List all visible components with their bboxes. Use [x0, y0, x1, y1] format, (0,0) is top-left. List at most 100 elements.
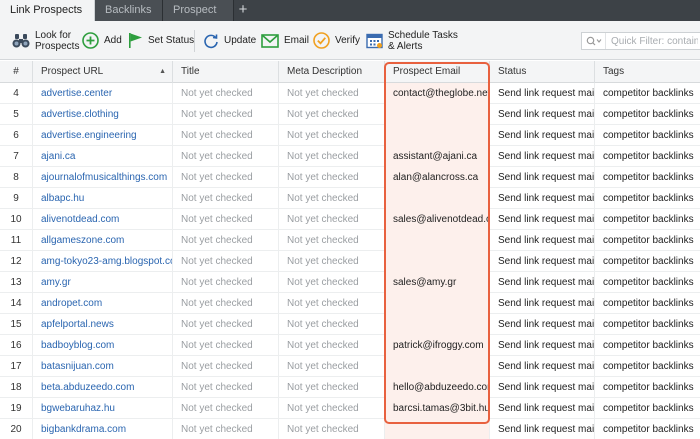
cell-prospect-url[interactable]: amy.gr	[33, 272, 173, 293]
cell-prospect-email	[385, 230, 490, 251]
cell-prospect-url[interactable]: advertise.center	[33, 83, 173, 104]
cell-tags: competitor backlinks	[603, 109, 694, 120]
column-header-label: Prospect URL	[41, 66, 104, 77]
cell-number: 8	[0, 167, 33, 188]
update-button[interactable]: Update	[203, 21, 256, 60]
column-header-prospect-url[interactable]: Prospect URL ▲	[33, 61, 173, 83]
cell-number: 14	[0, 293, 33, 314]
cell-tags: competitor backlinks	[603, 151, 694, 162]
cell-prospect-email	[385, 293, 490, 314]
tab-prospect-quality[interactable]: Prospect quality	[163, 0, 234, 37]
toolbar-separator	[194, 30, 195, 52]
cell-title: Not yet checked	[173, 272, 279, 293]
table-row[interactable]: 14 andropet.com Not yet checked Not yet che…	[0, 293, 700, 314]
refresh-icon	[203, 33, 219, 49]
cell-prospect-url[interactable]: ajani.ca	[33, 146, 173, 167]
table-row[interactable]: 11 allgameszone.com Not yet checked Not yet…	[0, 230, 700, 251]
cell-prospect-email	[385, 125, 490, 146]
cell-prospect-email: contact@theglobe.net	[385, 83, 490, 104]
column-header-title[interactable]: Title	[173, 61, 279, 83]
cell-tags: competitor backlinks	[603, 277, 694, 288]
table-row[interactable]: 6 advertise.engineering Not yet checked Not…	[0, 125, 700, 146]
cell-prospect-url[interactable]: apfelportal.news	[33, 314, 173, 335]
tab-link-prospects[interactable]: Link Prospects▼	[0, 0, 95, 36]
cell-prospect-url[interactable]: advertise.engineering	[33, 125, 173, 146]
cell-meta-description: Not yet checked	[279, 146, 385, 167]
cell-title: Not yet checked	[173, 230, 279, 251]
table-row[interactable]: 17 batasnijuan.com Not yet checked Not yet …	[0, 356, 700, 377]
search-icon[interactable]	[582, 33, 606, 49]
cell-title: Not yet checked	[173, 419, 279, 439]
column-header-tags[interactable]: Tags	[595, 61, 700, 83]
email-button[interactable]: Email	[261, 21, 309, 60]
cell-prospect-email: patrick@ifroggy.com	[385, 335, 490, 356]
sort-ascending-icon: ▲	[159, 68, 166, 75]
cell-number: 9	[0, 188, 33, 209]
cell-prospect-url[interactable]: batasnijuan.com	[33, 356, 173, 377]
cell-prospect-email: alan@alancross.ca	[385, 167, 490, 188]
cell-prospect-url[interactable]: badboyblog.com	[33, 335, 173, 356]
cell-status: Send link request mail	[490, 398, 595, 419]
table-row[interactable]: 15 apfelportal.news Not yet checked Not yet…	[0, 314, 700, 335]
cell-meta-description: Not yet checked	[279, 272, 385, 293]
table-row[interactable]: 18 beta.abduzeedo.com Not yet checked Not y…	[0, 377, 700, 398]
table-row[interactable]: 8 ajournalofmusicalthings.com Not yet chec…	[0, 167, 700, 188]
add-tab-icon[interactable]: +	[234, 0, 252, 21]
table-row[interactable]: 4 advertise.center Not yet checked Not yet …	[0, 83, 700, 104]
column-header-meta-description[interactable]: Meta Description	[279, 61, 385, 83]
cell-title: Not yet checked	[173, 314, 279, 335]
column-header-number[interactable]: #	[0, 61, 33, 83]
email-label: Email	[284, 35, 310, 46]
binoculars-icon	[12, 33, 30, 49]
cell-status: Send link request mail	[490, 167, 595, 188]
cell-number: 20	[0, 419, 33, 439]
tab-backlinks[interactable]: Backlinks	[95, 0, 163, 21]
cell-prospect-url[interactable]: bigbankdrama.com	[33, 419, 173, 439]
cell-prospect-url[interactable]: albapc.hu	[33, 188, 173, 209]
schedule-label-line2: & Alerts	[388, 40, 423, 52]
cell-status: Send link request mail	[490, 251, 595, 272]
table-row[interactable]: 19 bgwebaruhaz.hu Not yet checked Not yet c…	[0, 398, 700, 419]
cell-prospect-url[interactable]: ajournalofmusicalthings.com	[33, 167, 173, 188]
cell-prospect-url[interactable]: andropet.com	[33, 293, 173, 314]
column-header-status[interactable]: Status	[490, 61, 595, 83]
cell-number: 17	[0, 356, 33, 377]
look-for-label-line1: Look for	[35, 29, 72, 41]
table-row[interactable]: 7 ajani.ca Not yet checked Not yet checked a…	[0, 146, 700, 167]
cell-prospect-email	[385, 314, 490, 335]
cell-meta-description: Not yet checked	[279, 104, 385, 125]
cell-prospect-email: hello@abduzeedo.com	[385, 377, 490, 398]
table-row[interactable]: 13 amy.gr Not yet checked Not yet checked sa…	[0, 272, 700, 293]
quick-filter-input[interactable]	[606, 35, 698, 47]
look-for-prospects-button[interactable]: Look for Prospects	[12, 21, 79, 60]
table-row[interactable]: 12 amg-tokyo23-amg.blogspot.com Not yet ch…	[0, 251, 700, 272]
cell-tags: competitor backlinks	[603, 130, 694, 141]
cell-prospect-url[interactable]: advertise.clothing	[33, 104, 173, 125]
cell-status: Send link request mail	[490, 314, 595, 335]
cell-prospect-url[interactable]: allgameszone.com	[33, 230, 173, 251]
schedule-tasks-button[interactable]: Schedule Tasks & Alerts	[366, 21, 458, 60]
cell-meta-description: Not yet checked	[279, 356, 385, 377]
cell-prospect-email	[385, 188, 490, 209]
toolbar: Look for Prospects Add Set Status Update …	[0, 21, 700, 60]
column-header-prospect-email[interactable]: Prospect Email	[385, 61, 490, 83]
cell-status: Send link request mail	[490, 230, 595, 251]
add-button[interactable]: Add	[82, 21, 122, 60]
cell-number: 13	[0, 272, 33, 293]
table-row[interactable]: 16 badboyblog.com Not yet checked Not yet c…	[0, 335, 700, 356]
cell-number: 15	[0, 314, 33, 335]
cell-number: 4	[0, 83, 33, 104]
table-row[interactable]: 9 albapc.hu Not yet checked Not yet checked…	[0, 188, 700, 209]
table-row[interactable]: 20 bigbankdrama.com Not yet checked Not yet…	[0, 419, 700, 439]
verify-button[interactable]: Verify	[313, 21, 360, 60]
cell-meta-description: Not yet checked	[279, 167, 385, 188]
cell-prospect-url[interactable]: alivenotdead.com	[33, 209, 173, 230]
cell-prospect-url[interactable]: beta.abduzeedo.com	[33, 377, 173, 398]
table-row[interactable]: 5 advertise.clothing Not yet checked Not ye…	[0, 104, 700, 125]
set-status-button[interactable]: Set Status	[128, 21, 194, 60]
cell-number: 19	[0, 398, 33, 419]
table-row[interactable]: 10 alivenotdead.com Not yet checked Not yet…	[0, 209, 700, 230]
cell-prospect-email: assistant@ajani.ca	[385, 146, 490, 167]
cell-prospect-url[interactable]: bgwebaruhaz.hu	[33, 398, 173, 419]
cell-prospect-url[interactable]: amg-tokyo23-amg.blogspot.com	[33, 251, 173, 272]
